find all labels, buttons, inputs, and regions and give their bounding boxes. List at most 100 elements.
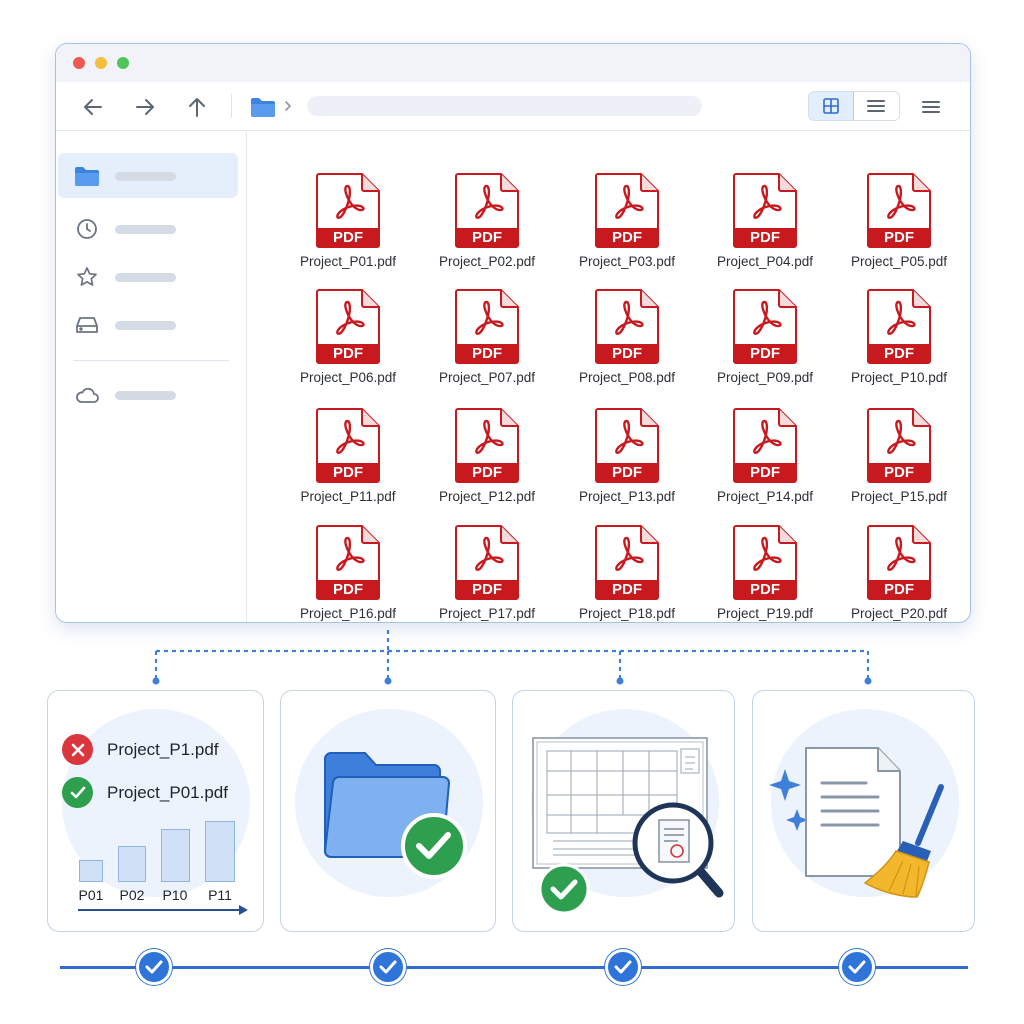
pdf-file-item[interactable]: PDF Project_P07.pdf [422,269,552,385]
forward-button[interactable] [132,94,158,120]
naming-card: Project_P1.pdf Project_P01.pdf P01 P02 P… [47,690,264,932]
file-name: Project_P06.pdf [299,370,397,385]
pdf-file-icon: PDF [316,525,380,600]
pdf-badge: PDF [333,464,363,481]
file-name: Project_P08.pdf [578,370,676,385]
pdf-file-item[interactable]: PDF Project_P18.pdf [562,505,692,621]
pdf-badge: PDF [333,581,363,598]
file-name: Project_P20.pdf [850,606,948,621]
sort-label: P11 [208,887,232,903]
file-name: Project_P10.pdf [850,370,948,385]
sidebar-item-cloud[interactable] [58,372,238,417]
pdf-file-icon: PDF [867,289,931,364]
sidebar-divider [73,360,229,361]
sort-label: P10 [162,887,188,903]
pdf-badge: PDF [472,581,502,598]
sidebar-item-recent[interactable] [58,206,238,251]
sidebar [56,132,247,622]
pdf-file-item[interactable]: PDF Project_P14.pdf [700,388,830,504]
maximize-window-button[interactable] [117,57,129,69]
pdf-badge: PDF [884,345,914,362]
file-name: Project_P02.pdf [438,254,536,269]
menu-icon [922,101,940,113]
step-1-check-icon [136,949,172,985]
sort-bar [161,829,190,882]
folder-icon [74,163,100,189]
blueprint-magnifier-icon [532,737,724,915]
pdf-file-item[interactable]: PDF Project_P13.pdf [562,388,692,504]
minimize-window-button[interactable] [95,57,107,69]
path-bar[interactable] [307,96,702,116]
pdf-file-item[interactable]: PDF Project_P20.pdf [834,505,964,621]
pdf-file-item[interactable]: PDF Project_P10.pdf [834,269,964,385]
grid-view-button[interactable] [809,92,854,120]
pdf-file-item[interactable]: PDF Project_P06.pdf [283,269,413,385]
sidebar-item-starred[interactable] [58,254,238,299]
file-name: Project_P13.pdf [578,489,676,504]
pdf-file-item[interactable]: PDF Project_P16.pdf [283,505,413,621]
pdf-badge: PDF [884,581,914,598]
pdf-file-icon: PDF [455,408,519,483]
pdf-badge: PDF [612,345,642,362]
back-button[interactable] [80,94,106,120]
pdf-file-icon: PDF [733,289,797,364]
file-name: Project_P09.pdf [716,370,814,385]
menu-button[interactable] [918,94,944,120]
file-name: Project_P17.pdf [438,606,536,621]
pdf-badge: PDF [333,229,363,246]
pdf-file-item[interactable]: PDF Project_P02.pdf [422,153,552,269]
pdf-file-icon: PDF [455,525,519,600]
file-name: Project_P01.pdf [299,254,397,269]
file-name: Project_P15.pdf [850,489,948,504]
document-broom-icon [769,747,944,898]
sort-bar [205,821,235,882]
folder-icon[interactable] [250,96,276,118]
pdf-badge: PDF [884,229,914,246]
pdf-file-item[interactable]: PDF Project_P03.pdf [562,153,692,269]
sort-bar [118,846,146,882]
pdf-badge: PDF [612,464,642,481]
pdf-file-item[interactable]: PDF Project_P04.pdf [700,153,830,269]
file-manager-window: PDF Project_P01.pdf PDF Project_P02.pdf … [55,43,971,623]
pdf-badge: PDF [750,345,780,362]
pdf-file-icon: PDF [316,173,380,248]
sidebar-item-drive[interactable] [58,302,238,347]
arrow-right-icon [136,99,154,115]
pdf-badge: PDF [750,581,780,598]
file-name: Project_P18.pdf [578,606,676,621]
chevron-right-icon [285,101,292,111]
sort-order-chart: P01 P02 P10 P11 [48,691,263,931]
pdf-file-item[interactable]: PDF Project_P11.pdf [283,388,413,504]
sidebar-item-label [115,172,176,181]
pdf-file-item[interactable]: PDF Project_P12.pdf [422,388,552,504]
cleanup-card [752,690,975,932]
star-icon [74,264,100,290]
title-bar [56,44,970,82]
close-window-button[interactable] [73,57,85,69]
list-view-button[interactable] [853,92,899,120]
up-button[interactable] [184,94,210,120]
toolbar [56,82,970,131]
pdf-file-item[interactable]: PDF Project_P17.pdf [422,505,552,621]
pdf-badge: PDF [612,581,642,598]
pdf-file-item[interactable]: PDF Project_P15.pdf [834,388,964,504]
pdf-file-item[interactable]: PDF Project_P09.pdf [700,269,830,385]
toolbar-divider [231,94,232,118]
pdf-file-item[interactable]: PDF Project_P05.pdf [834,153,964,269]
pdf-file-item[interactable]: PDF Project_P08.pdf [562,269,692,385]
pdf-badge: PDF [472,345,502,362]
pdf-file-icon: PDF [595,289,659,364]
file-name: Project_P19.pdf [716,606,814,621]
clock-icon [74,216,100,242]
file-name: Project_P05.pdf [850,254,948,269]
sidebar-item-label [115,273,176,282]
step-2-check-icon [370,949,406,985]
pdf-file-item[interactable]: PDF Project_P01.pdf [283,153,413,269]
pdf-file-icon: PDF [867,173,931,248]
arrow-up-icon [189,98,205,117]
pdf-file-item[interactable]: PDF Project_P19.pdf [700,505,830,621]
view-toggle [808,91,900,121]
file-name: Project_P12.pdf [438,489,536,504]
cloud-icon [74,382,100,408]
sidebar-item-folders[interactable] [58,153,238,198]
